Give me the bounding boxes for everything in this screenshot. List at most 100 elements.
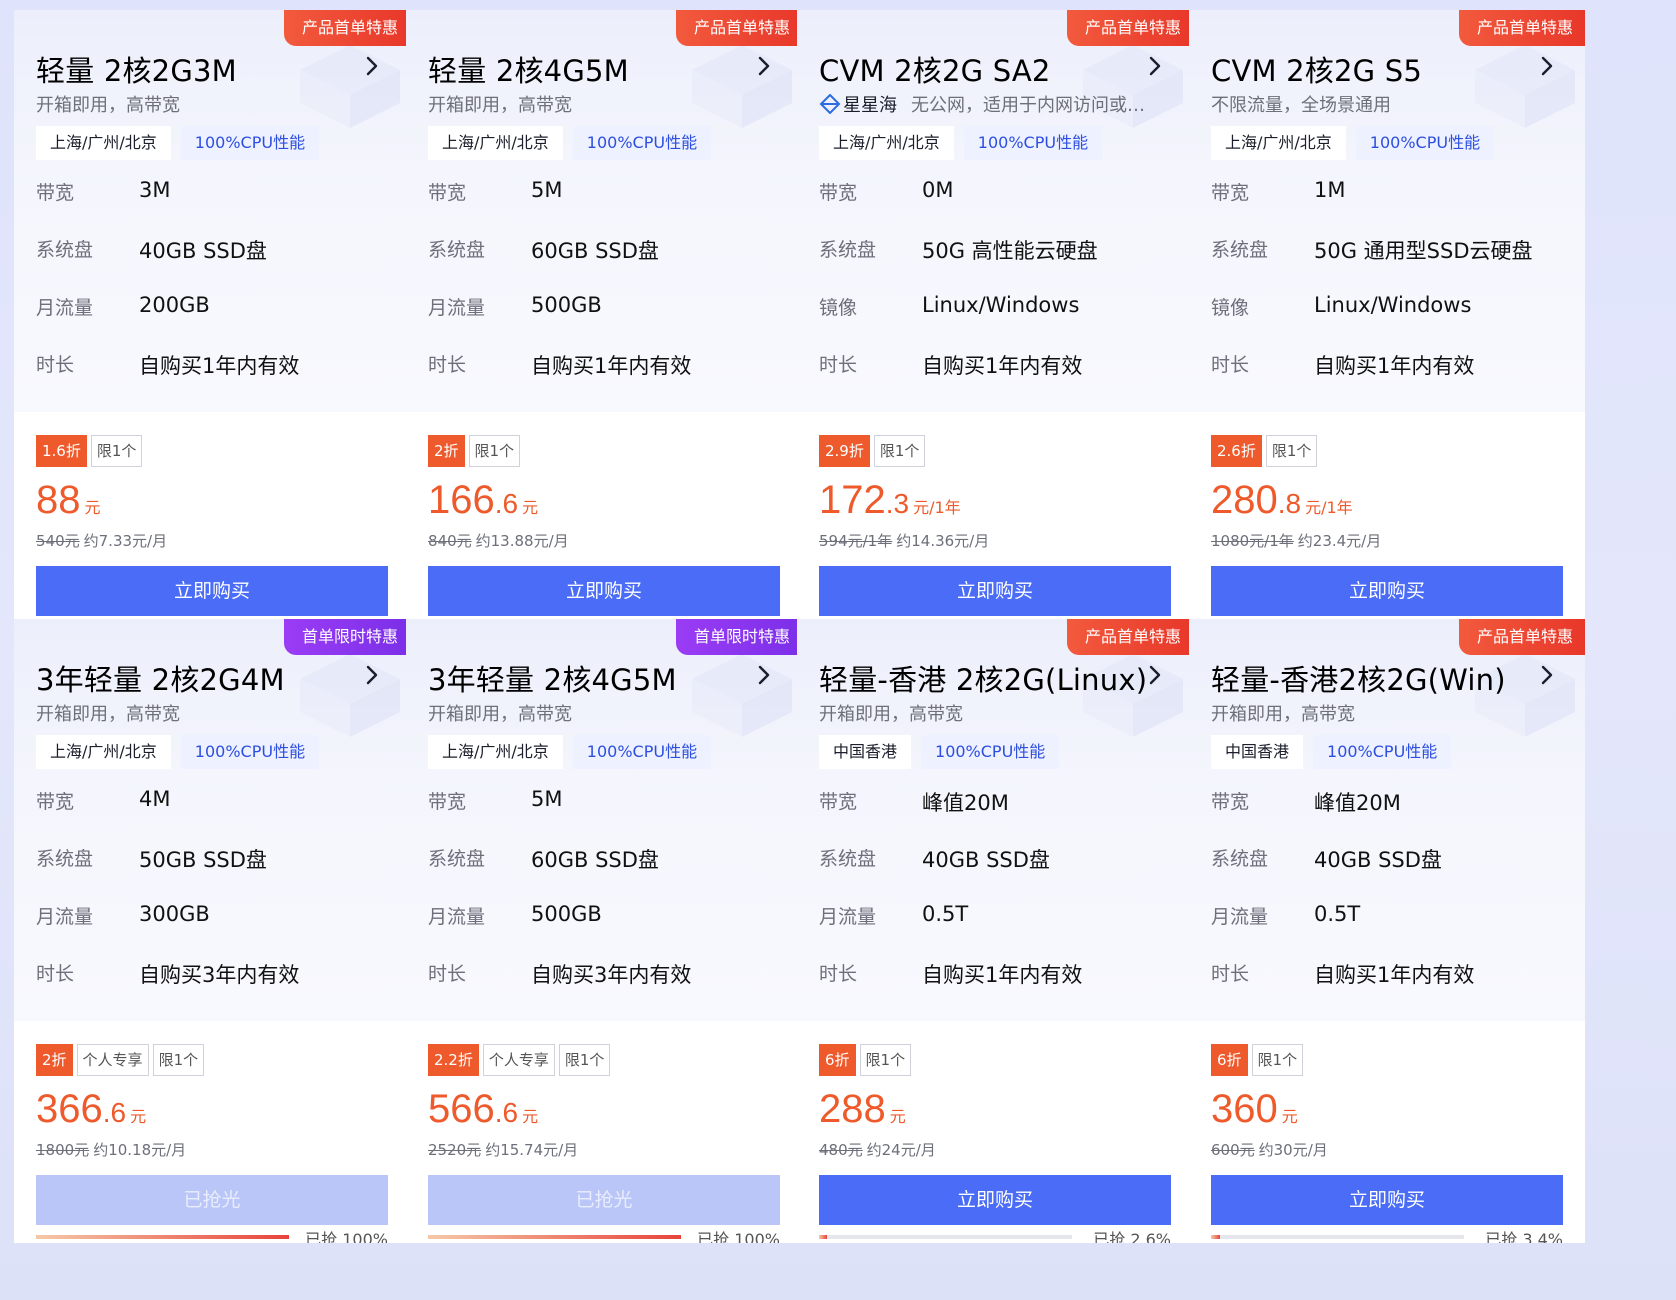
product-title[interactable]: 轻量 2核2G3M [36, 48, 237, 90]
original-price: 1800元 约10.18元/月 [36, 1139, 186, 1160]
sales-progress-bar [36, 1235, 289, 1239]
product-subtitle: 星星海 无公网，适用于内网访问或… [819, 91, 1169, 117]
strikethrough-price: 2520元 [428, 1141, 482, 1159]
price-integer: 172 [819, 478, 886, 522]
spec-value: Linux/Windows [1314, 293, 1472, 317]
region-tag: 上海/广州/北京 [428, 126, 563, 160]
price-unit: 元 [522, 498, 539, 517]
subtitle-text: 开箱即用，高带宽 [36, 95, 180, 116]
price-integer: 166 [428, 478, 495, 522]
spec-row: 系统盘 50G 通用型SSD云硬盘 [1211, 235, 1561, 265]
spec-row: 带宽 5M [428, 178, 778, 208]
promo-ribbon: 产品首单特惠 [1458, 619, 1585, 655]
original-price: 480元 约24元/月 [819, 1139, 936, 1160]
price: 366.6 元 [36, 1087, 146, 1132]
product-title[interactable]: 轻量-香港 2核2G(Linux) [819, 657, 1147, 699]
spec-label: 带宽 [428, 791, 467, 813]
original-price: 840元 约13.88元/月 [428, 530, 569, 551]
price-integer: 566 [428, 1087, 495, 1131]
chevron-right-icon[interactable] [1143, 54, 1167, 78]
chevron-right-icon[interactable] [1535, 663, 1559, 687]
sales-progress-text: 已抢 2.6% [1093, 1230, 1171, 1243]
chevron-right-icon[interactable] [360, 663, 384, 687]
promo-ribbon: 首单限时特惠 [283, 619, 410, 655]
product-card-1[interactable]: 产品首单特惠 轻量 2核2G3M 开箱即用，高带宽 上海/广州/北京 100%C… [14, 10, 410, 634]
discount-badge: 2.9折 [819, 435, 870, 467]
spec-value: 自购买3年内有效 [139, 963, 300, 987]
spec-label: 时长 [36, 963, 75, 985]
product-subtitle: 开箱即用，高带宽 [819, 700, 1169, 726]
spec-row: 时长 自购买1年内有效 [36, 350, 386, 380]
spec-row: 系统盘 50G 高性能云硬盘 [819, 235, 1169, 265]
buy-button[interactable]: 立即购买 [819, 1175, 1171, 1225]
product-card-7[interactable]: 产品首单特惠 轻量-香港 2核2G(Linux) 开箱即用，高带宽 中国香港 1… [797, 619, 1193, 1243]
chevron-right-icon[interactable] [752, 663, 776, 687]
spec-row: 带宽 5M [428, 787, 778, 817]
product-subtitle: 开箱即用，高带宽 [1211, 700, 1561, 726]
spec-row: 带宽 4M [36, 787, 386, 817]
discount-badge: 6折 [819, 1044, 856, 1076]
chevron-right-icon[interactable] [360, 54, 384, 78]
sales-progress-text: 已抢 100% [697, 1230, 780, 1243]
price-unit: 元 [84, 498, 101, 517]
product-title[interactable]: CVM 2核2G SA2 [819, 48, 1051, 90]
buy-button[interactable]: 立即购买 [428, 566, 780, 616]
spec-row: 月流量 0.5T [1211, 902, 1561, 932]
spec-row: 带宽 峰值20M [1211, 787, 1561, 817]
promo-ribbon: 产品首单特惠 [283, 10, 410, 46]
product-title[interactable]: 轻量-香港2核2G(Win) [1211, 657, 1506, 699]
product-title[interactable]: CVM 2核2G S5 [1211, 48, 1422, 90]
price-unit: 元 [130, 1107, 147, 1126]
tag-row: 上海/广州/北京 100%CPU性能 [36, 126, 320, 160]
discount-badge: 6折 [1211, 1044, 1248, 1076]
product-title[interactable]: 轻量 2核4G5M [428, 48, 629, 90]
monthly-price: 约30元/月 [1258, 1141, 1328, 1159]
spec-value: 3M [139, 178, 171, 202]
badge-row: 2.2折 个人专享 限1个 [428, 1044, 611, 1076]
product-title[interactable]: 3年轻量 2核2G4M [36, 657, 285, 699]
product-card-5[interactable]: 首单限时特惠 3年轻量 2核2G4M 开箱即用，高带宽 上海/广州/北京 100… [14, 619, 410, 1243]
strikethrough-price: 600元 [1211, 1141, 1255, 1159]
region-tag: 上海/广州/北京 [36, 126, 171, 160]
buy-button[interactable]: 立即购买 [1211, 566, 1563, 616]
spec-label: 时长 [428, 354, 467, 376]
original-price: 594元/1年 约14.36元/月 [819, 530, 989, 551]
spec-label: 时长 [36, 354, 75, 376]
spec-row: 月流量 500GB [428, 293, 778, 323]
spec-value: 500GB [531, 293, 602, 317]
product-subtitle: 不限流量，全场景通用 [1211, 91, 1561, 117]
region-tag: 上海/广州/北京 [1211, 126, 1346, 160]
chevron-right-icon[interactable] [752, 54, 776, 78]
product-grid: 产品首单特惠 轻量 2核2G3M 开箱即用，高带宽 上海/广州/北京 100%C… [0, 0, 1676, 1300]
spec-label: 带宽 [1211, 791, 1250, 813]
buy-button[interactable]: 立即购买 [819, 566, 1171, 616]
spec-value: 60GB SSD盘 [531, 239, 659, 263]
product-card-4[interactable]: 产品首单特惠 CVM 2核2G S5 不限流量，全场景通用 上海/广州/北京 1… [1189, 10, 1585, 634]
buy-button[interactable]: 立即购买 [1211, 1175, 1563, 1225]
product-card-8[interactable]: 产品首单特惠 轻量-香港2核2G(Win) 开箱即用，高带宽 中国香港 100%… [1189, 619, 1585, 1243]
discount-badge: 1.6折 [36, 435, 87, 467]
chevron-right-icon[interactable] [1535, 54, 1559, 78]
tag-row: 中国香港 100%CPU性能 [1211, 735, 1452, 769]
spec-label: 月流量 [1211, 906, 1269, 928]
spec-label: 系统盘 [36, 239, 94, 261]
product-title[interactable]: 3年轻量 2核4G5M [428, 657, 677, 699]
chevron-right-icon[interactable] [1143, 663, 1167, 687]
strikethrough-price: 480元 [819, 1141, 863, 1159]
spec-label: 带宽 [36, 791, 75, 813]
product-subtitle: 开箱即用，高带宽 [36, 91, 386, 117]
limit-badge: 限1个 [468, 435, 521, 467]
spec-row: 时长 自购买1年内有效 [819, 350, 1169, 380]
spec-value: 50G 通用型SSD云硬盘 [1314, 239, 1533, 263]
product-card-3[interactable]: 产品首单特惠 CVM 2核2G SA2 星星海 无公网，适用于内网访问或… 上海/… [797, 10, 1193, 634]
promo-ribbon: 产品首单特惠 [1066, 10, 1193, 46]
spec-value: 自购买1年内有效 [1314, 963, 1475, 987]
tag-row: 上海/广州/北京 100%CPU性能 [1211, 126, 1495, 160]
spec-row: 系统盘 60GB SSD盘 [428, 235, 778, 265]
original-price: 540元 约7.33元/月 [36, 530, 167, 551]
product-card-2[interactable]: 产品首单特惠 轻量 2核4G5M 开箱即用，高带宽 上海/广州/北京 100%C… [406, 10, 802, 634]
buy-button[interactable]: 立即购买 [36, 566, 388, 616]
product-card-6[interactable]: 首单限时特惠 3年轻量 2核4G5M 开箱即用，高带宽 上海/广州/北京 100… [406, 619, 802, 1243]
spec-label: 时长 [428, 963, 467, 985]
brand-label: 星星海 [819, 91, 897, 117]
